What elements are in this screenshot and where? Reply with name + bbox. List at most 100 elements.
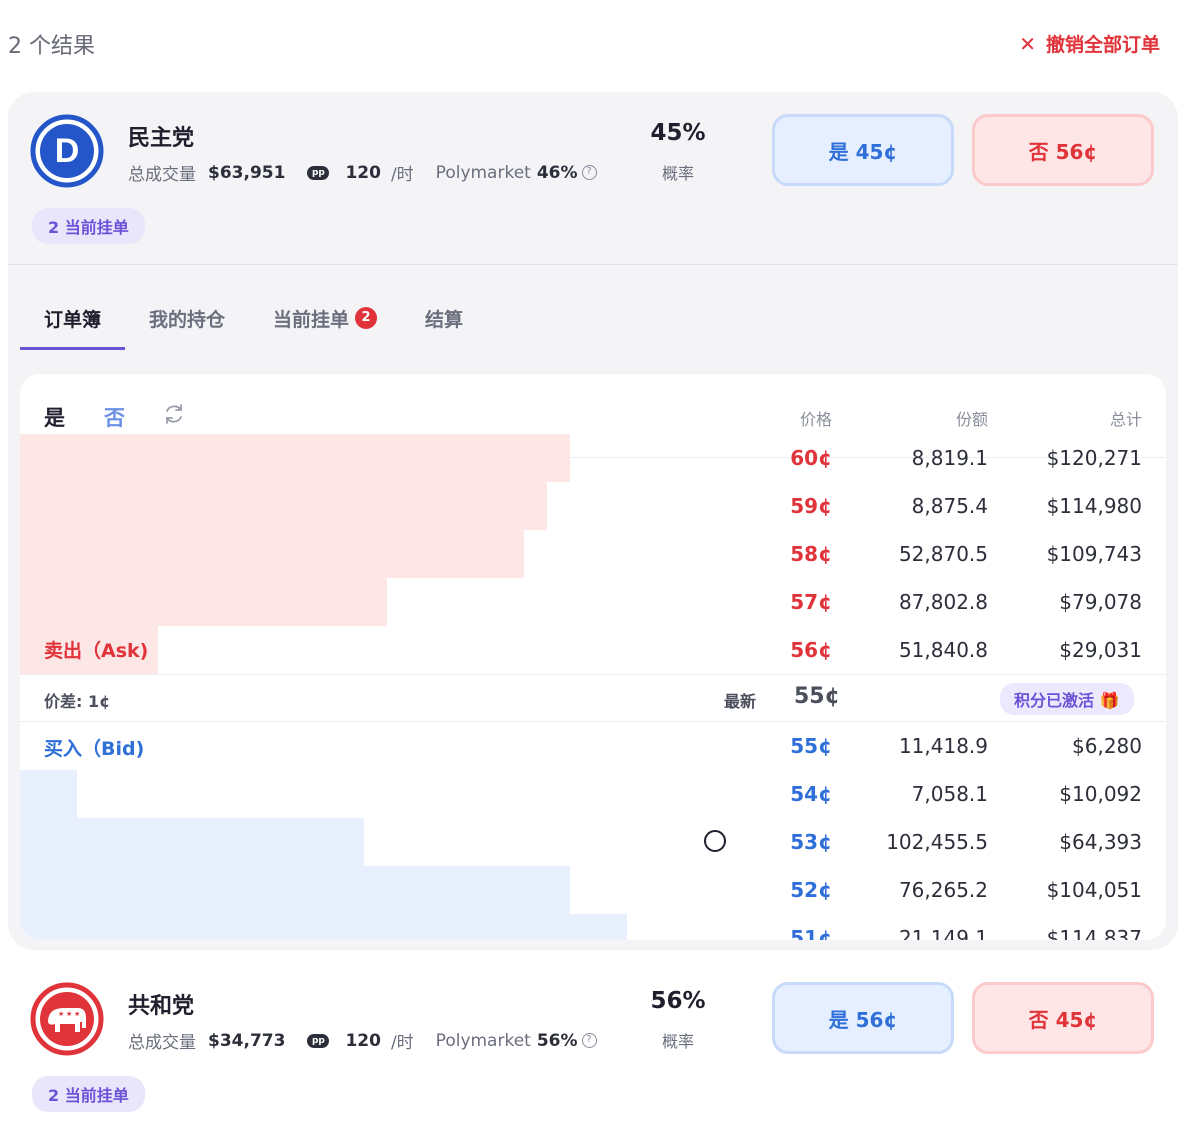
open-orders-badge[interactable]: 2 当前挂单	[32, 1076, 145, 1112]
order-shares: 102,455.5	[886, 830, 988, 854]
ask-depth-bar	[20, 482, 548, 530]
volume-label: 总成交量	[128, 165, 196, 185]
bid-order-row[interactable]: 52¢ 76,265.2 $104,051	[20, 866, 1166, 914]
latest-price: 55¢	[794, 684, 840, 709]
side-toggle-no[interactable]: 否	[104, 402, 125, 432]
bid-depth-bar	[20, 770, 78, 818]
tab-label: 当前挂单	[273, 308, 350, 331]
svg-text:★: ★	[58, 1010, 64, 1018]
probability: 56% 概率	[628, 988, 728, 1052]
divider	[8, 264, 1178, 265]
order-price: 59¢	[790, 494, 832, 518]
market-card-republican: ★ ★ ★ 共和党 总成交量 $34,773 pp 120 /时 Polymar…	[8, 960, 1178, 1122]
order-price: 58¢	[790, 542, 832, 566]
order-total: $104,051	[1046, 878, 1142, 902]
open-orders-count-badge: 2	[355, 307, 378, 329]
ask-order-row[interactable]: 59¢ 8,875.4 $114,980	[20, 482, 1166, 530]
probability-value: 45%	[650, 120, 706, 146]
order-shares: 87,802.8	[898, 590, 988, 614]
order-total: $64,393	[1059, 830, 1142, 854]
svg-text:D: D	[55, 132, 80, 170]
bid-order-row[interactable]: 54¢ 7,058.1 $10,092	[20, 770, 1166, 818]
order-shares: 8,819.1	[911, 446, 988, 470]
tab-positions[interactable]: 我的持仓	[125, 286, 249, 350]
ask-depth-bar	[20, 578, 387, 626]
order-shares: 7,058.1	[911, 782, 988, 806]
tab-open-orders[interactable]: 当前挂单 2	[249, 286, 401, 350]
buy-yes-button[interactable]: 是 45¢	[772, 114, 954, 186]
svg-text:★: ★	[66, 1010, 72, 1018]
order-total: $114,837	[1046, 926, 1142, 940]
order-price: 53¢	[790, 830, 832, 854]
svg-text:★: ★	[74, 1010, 80, 1018]
market-stats: 总成交量 $34,773 pp 120 /时 Polymarket 56% ?	[128, 1028, 597, 1053]
help-icon[interactable]: ?	[581, 1033, 597, 1048]
order-price: 60¢	[790, 446, 832, 470]
order-price: 57¢	[790, 590, 832, 614]
tab-settlement[interactable]: 结算	[401, 286, 487, 350]
volume-label: 总成交量	[128, 1033, 196, 1053]
bid-order-row[interactable]: 53¢ 102,455.5 $64,393	[20, 818, 1166, 866]
ask-order-row[interactable]: 60¢ 8,819.1 $120,271	[20, 434, 1166, 482]
tab-orderbook[interactable]: 订单簿	[20, 286, 126, 350]
bid-order-row[interactable]: 51¢ 21,149.1 $114,837	[20, 914, 1166, 940]
market-card-democrat: D 民主党 总成交量 $63,951 pp 120 /时 Polymarket …	[8, 92, 1178, 950]
order-price: 52¢	[790, 878, 832, 902]
open-orders-badge[interactable]: 2 当前挂单	[32, 208, 145, 244]
buy-yes-button[interactable]: 是 56¢	[772, 982, 954, 1054]
spread-label: 价差: 1¢	[44, 692, 111, 711]
ask-label: 卖出（Ask)	[44, 640, 149, 662]
volume-value: $34,773	[208, 1030, 286, 1051]
probability: 45% 概率	[628, 120, 728, 184]
bid-depth-bar	[20, 914, 628, 940]
results-header: 2 个结果 ✕ 撤销全部订单	[0, 0, 1200, 88]
order-price: 56¢	[790, 638, 832, 662]
bid-label: 买入（Bid)	[44, 738, 145, 760]
result-count: 2 个结果	[8, 34, 95, 59]
bid-depth-bar	[20, 866, 571, 914]
ask-order-row[interactable]: 56¢ 51,840.8 $29,031	[20, 626, 1166, 674]
probability-label: 概率	[661, 1032, 694, 1051]
help-icon[interactable]: ?	[581, 165, 597, 180]
ask-order-row[interactable]: 57¢ 87,802.8 $79,078	[20, 578, 1166, 626]
market-header: D 民主党 总成交量 $63,951 pp 120 /时 Polymarket …	[8, 92, 1178, 264]
column-header-total: 总计	[1109, 410, 1142, 429]
order-shares: 76,265.2	[898, 878, 988, 902]
order-price: 51¢	[790, 926, 832, 940]
points-activated-badge[interactable]: 积分已激活 🎁	[1000, 683, 1134, 715]
polymarket-percent: 46%	[536, 162, 578, 183]
polymarket-label: Polymarket	[435, 1030, 531, 1051]
side-toggle-yes[interactable]: 是	[44, 402, 65, 432]
cancel-all-label: 撤销全部订单	[1045, 34, 1160, 56]
points-rate-unit: /时	[390, 165, 414, 185]
points-icon: pp	[307, 165, 330, 180]
market-name: 共和党	[128, 994, 195, 1019]
probability-label: 概率	[661, 164, 694, 183]
republican-elephant-logo: ★ ★ ★	[30, 982, 104, 1056]
democrat-logo: D	[30, 114, 104, 188]
order-shares: 52,870.5	[898, 542, 988, 566]
latest-label: 最新	[724, 692, 757, 711]
orderbook-panel: 是 否 价格 份额 总计 60¢ 8,819.1 $120,271 59¢ 8,875.…	[20, 374, 1166, 940]
ask-order-row[interactable]: 58¢ 52,870.5 $109,743	[20, 530, 1166, 578]
buy-no-button[interactable]: 否 45¢	[972, 982, 1154, 1054]
spread-row: 价差: 1¢ 最新 55¢ 积分已激活 🎁	[20, 674, 1166, 722]
column-header-price: 价格	[799, 410, 832, 429]
order-total: $79,078	[1059, 590, 1142, 614]
refresh-icon[interactable]	[162, 402, 186, 426]
buy-no-button[interactable]: 否 56¢	[972, 114, 1154, 186]
points-rate: 120	[345, 1030, 381, 1051]
column-header-shares: 份额	[955, 410, 988, 429]
order-total: $120,271	[1046, 446, 1142, 470]
tab-label: 我的持仓	[149, 308, 226, 331]
order-shares: 8,875.4	[911, 494, 988, 518]
order-shares: 21,149.1	[898, 926, 988, 940]
order-shares: 51,840.8	[898, 638, 988, 662]
order-total: $29,031	[1059, 638, 1142, 662]
bid-order-row[interactable]: 55¢ 11,418.9 $6,280	[20, 722, 1166, 770]
points-rate: 120	[345, 162, 381, 183]
market-stats: 总成交量 $63,951 pp 120 /时 Polymarket 46% ?	[128, 160, 597, 185]
order-total: $114,980	[1046, 494, 1142, 518]
cancel-all-orders-button[interactable]: ✕ 撤销全部订单	[1019, 30, 1160, 57]
cursor-indicator	[704, 830, 726, 852]
